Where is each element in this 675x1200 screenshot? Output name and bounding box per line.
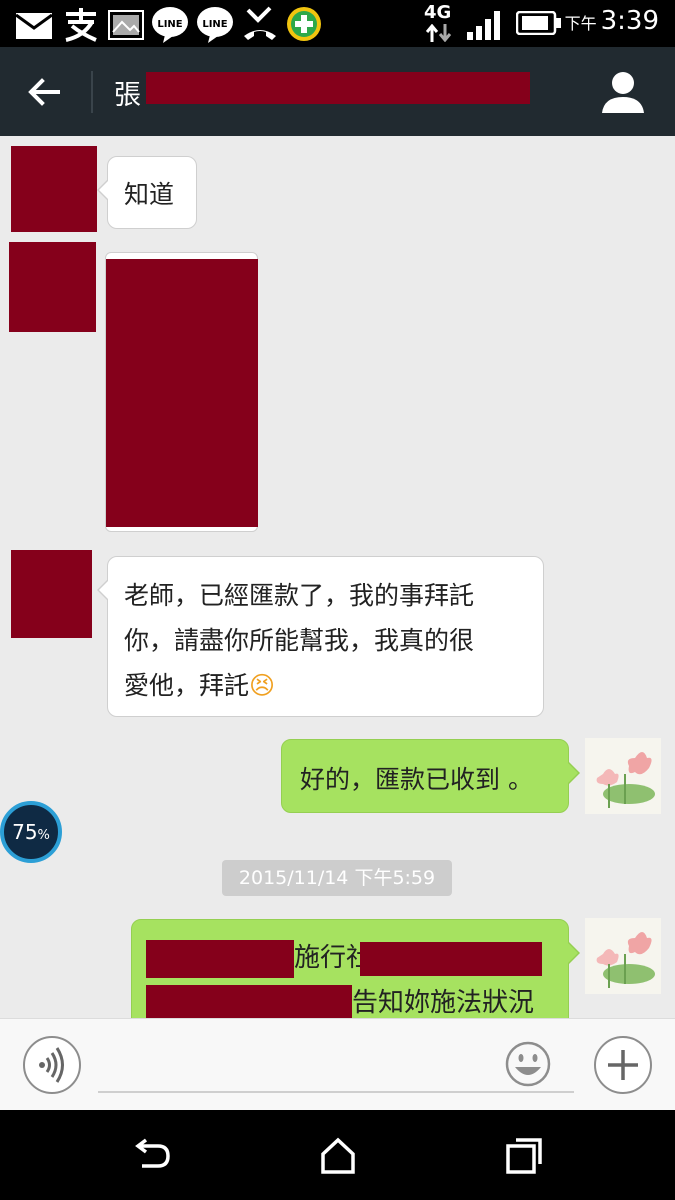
redacted-contact-name [146,72,530,104]
attach-button[interactable] [594,1036,652,1094]
message-list[interactable]: 知道 老師，已經匯款了，我的事拜託 你，請盡你所能幫我，我真的很 愛他，拜託😣 … [0,136,675,1018]
profile-button[interactable] [600,69,646,115]
message-text: 好的，匯款已收到 。 [300,765,533,794]
person-icon [602,72,644,113]
floating-progress-badge[interactable]: 75% [0,801,62,863]
status-bar: LINE LINE 4G 下午 3:39 [0,0,675,47]
persevering-face-emoji: 😣 [249,671,276,700]
back-nav-icon [135,1138,170,1168]
missed-call-icon [244,6,276,40]
back-nav-button[interactable] [128,1132,174,1178]
outgoing-message-bubble[interactable]: 施行社 告知妳施法狀況 [131,919,580,1018]
mail-icon [16,13,52,39]
plus-icon [608,1050,638,1080]
arrow-left-icon [28,78,60,106]
my-avatar[interactable] [585,738,661,814]
redacted-text [360,941,543,976]
data-arrows-icon [426,24,452,42]
toolbar-divider [91,71,93,113]
message-line: 老師，已經匯款了，我的事拜託 [124,581,475,610]
incoming-message-bubble[interactable]: 知道 [97,156,197,229]
alipay-icon [65,8,97,42]
image-message[interactable] [105,252,258,532]
line-icon: LINE [197,7,233,43]
chat-title[interactable]: 張 [114,73,141,112]
contact-avatar[interactable] [11,146,97,232]
recents-icon [506,1138,542,1174]
battery-icon [516,11,561,35]
my-avatar[interactable] [585,918,661,994]
redacted-text [146,939,294,978]
message-line: 愛他，拜託😣 [124,671,276,700]
chat-toolbar: 張 [0,47,675,136]
clock: 下午 3:39 [565,6,659,36]
system-navigation-bar [0,1110,675,1200]
home-icon [321,1137,355,1174]
outgoing-message-bubble[interactable]: 好的，匯款已收到 。 [281,739,580,813]
message-timestamp: 2015/11/14 下午5:59 [222,860,452,896]
redacted-image [106,259,258,527]
svg-text:LINE: LINE [202,19,227,30]
message-line: 告知妳施法狀況 [146,981,568,1018]
image-icon [108,10,144,40]
emoji-button[interactable] [505,1041,551,1087]
message-input-bar [0,1018,675,1110]
svg-text:LINE: LINE [157,19,182,30]
voice-button[interactable] [23,1036,81,1094]
message-text: 知道 [124,180,175,209]
clock-ampm: 下午 [564,14,597,33]
message-text-field[interactable] [98,1047,574,1093]
signal-icon [467,11,500,40]
clock-time: 3:39 [600,6,659,36]
back-button[interactable] [22,69,68,115]
contact-avatar[interactable] [11,550,92,638]
incoming-message-bubble[interactable]: 老師，已經匯款了，我的事拜託 你，請盡你所能幫我，我真的很 愛他，拜託😣 [97,556,544,717]
redacted-text [146,984,352,1018]
network-type: 4G [424,2,452,23]
line-icon: LINE [152,7,188,43]
voice-icon [39,1047,64,1083]
contact-avatar[interactable] [9,242,96,332]
message-line: 你，請盡你所能幫我，我真的很 [124,626,475,655]
home-nav-button[interactable] [315,1132,361,1178]
plus-app-icon [287,7,321,41]
smiley-icon [505,1041,551,1087]
recents-nav-button[interactable] [502,1132,548,1178]
message-line: 施行社 [146,936,568,981]
